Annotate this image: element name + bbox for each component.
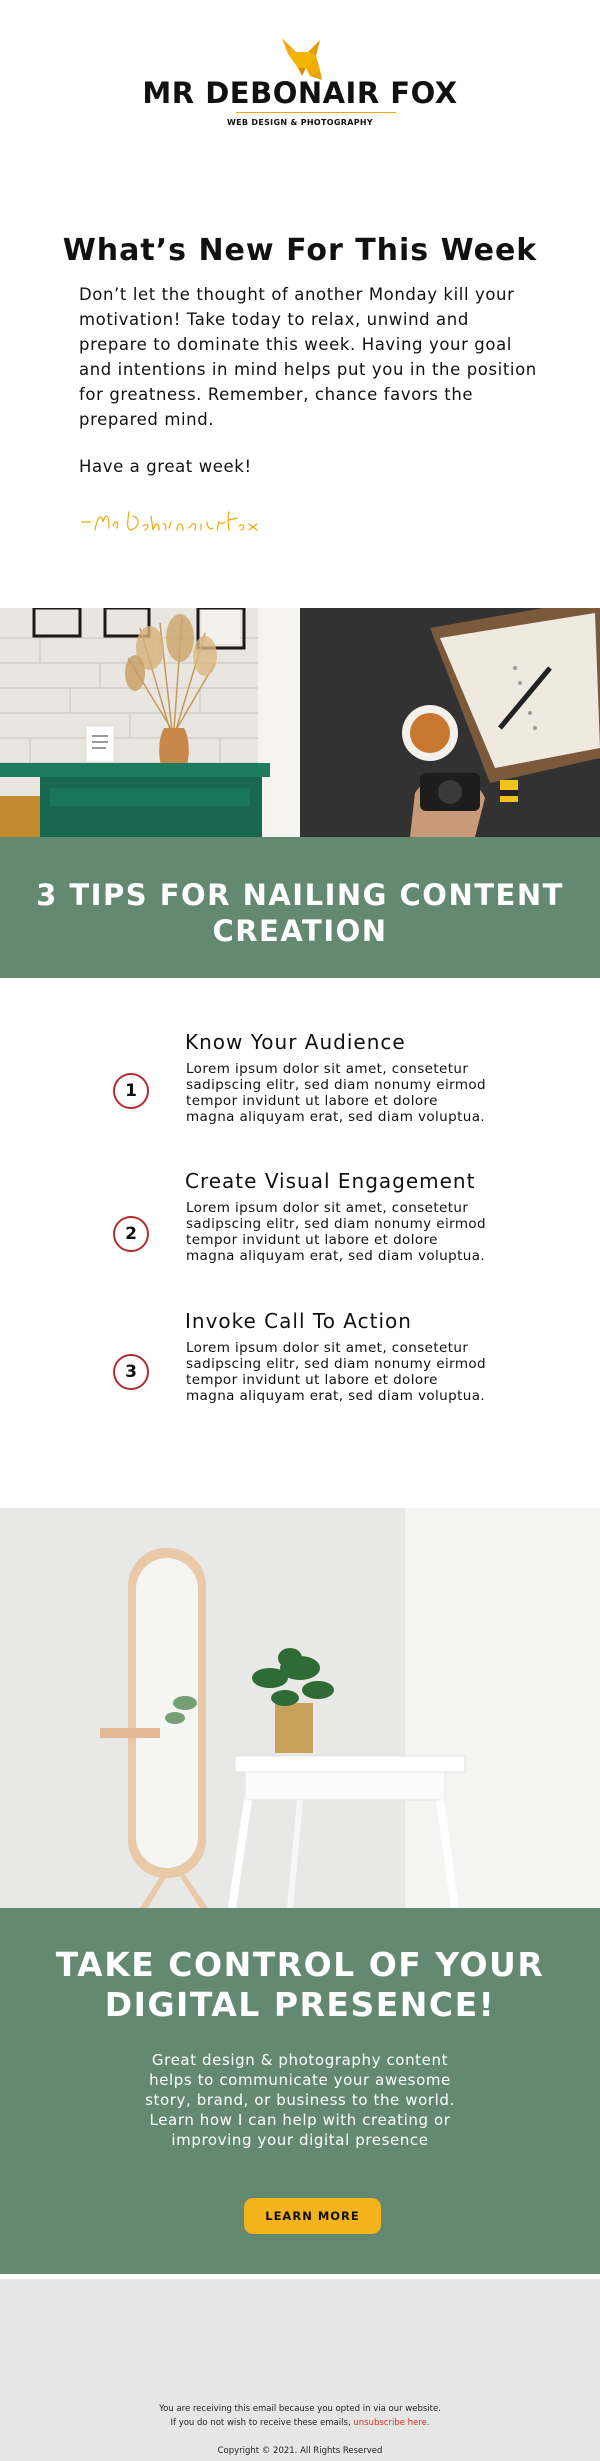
tip-number-badge: 2 bbox=[113, 1216, 149, 1252]
brand-divider bbox=[236, 112, 396, 113]
tip-heading: Know Your Audience bbox=[185, 1030, 406, 1054]
intro-title: What’s New For This Week bbox=[62, 233, 538, 268]
intro-body: Don’t let the thought of another Monday … bbox=[79, 285, 537, 429]
tip-item: 2 Create Visual Engagement Lorem ipsum d… bbox=[0, 1169, 600, 1299]
footer-unsubscribe-prefix: If you do not wish to receive these emai… bbox=[170, 2418, 354, 2428]
signature bbox=[81, 511, 258, 531]
learn-more-button[interactable]: LEARN MORE bbox=[244, 2198, 381, 2234]
tip-text: Lorem ipsum dolor sit amet, consetetur s… bbox=[186, 1200, 486, 1264]
footer-unsubscribe-line: If you do not wish to receive these emai… bbox=[0, 2418, 600, 2428]
tip-text: Lorem ipsum dolor sit amet, consetetur s… bbox=[186, 1340, 486, 1404]
tip-heading: Invoke Call To Action bbox=[185, 1309, 412, 1333]
tips-banner: 3 TIPS FOR NAILING CONTENT CREATION bbox=[0, 837, 600, 978]
tip-number-badge: 3 bbox=[113, 1354, 149, 1390]
copyright: Copyright © 2021. All Rights Reserved bbox=[217, 2446, 383, 2456]
brand-name: MR DEBONAIR FOX bbox=[142, 76, 458, 110]
email-page: MR DEBONAIR FOX WEB DESIGN & PHOTOGRAPHY… bbox=[0, 0, 600, 2461]
vase-on-green-dresser-photo bbox=[0, 608, 300, 837]
tip-item: 3 Invoke Call To Action Lorem ipsum dolo… bbox=[0, 1309, 600, 1439]
unsubscribe-link[interactable]: unsubscribe here. bbox=[353, 2418, 429, 2428]
brand-tagline: WEB DESIGN & PHOTOGRAPHY bbox=[227, 118, 373, 127]
hero-photo-row bbox=[0, 608, 600, 837]
footer-optin-notice: You are receiving this email because you… bbox=[159, 2404, 441, 2414]
cta-title: TAKE CONTROL OF YOUR DIGITAL PRESENCE! bbox=[55, 1945, 545, 2024]
tip-number-badge: 1 bbox=[113, 1073, 149, 1109]
camera-notebook-coffee-photo bbox=[300, 608, 600, 837]
tip-heading: Create Visual Engagement bbox=[185, 1169, 476, 1193]
cta-section: TAKE CONTROL OF YOUR DIGITAL PRESENCE! G… bbox=[0, 1908, 600, 2274]
cta-text: Great design & photography content helps… bbox=[145, 2051, 455, 2149]
footer: You are receiving this email because you… bbox=[0, 2279, 600, 2461]
tips-title: 3 TIPS FOR NAILING CONTENT CREATION bbox=[36, 878, 564, 948]
intro-signoff: Have a great week! bbox=[79, 457, 252, 476]
tip-text: Lorem ipsum dolor sit amet, consetetur s… bbox=[186, 1061, 486, 1125]
mirror-and-plant-photo bbox=[0, 1508, 600, 1908]
header: MR DEBONAIR FOX WEB DESIGN & PHOTOGRAPHY bbox=[0, 0, 600, 140]
tip-item: 1 Know Your Audience Lorem ipsum dolor s… bbox=[0, 1030, 600, 1160]
